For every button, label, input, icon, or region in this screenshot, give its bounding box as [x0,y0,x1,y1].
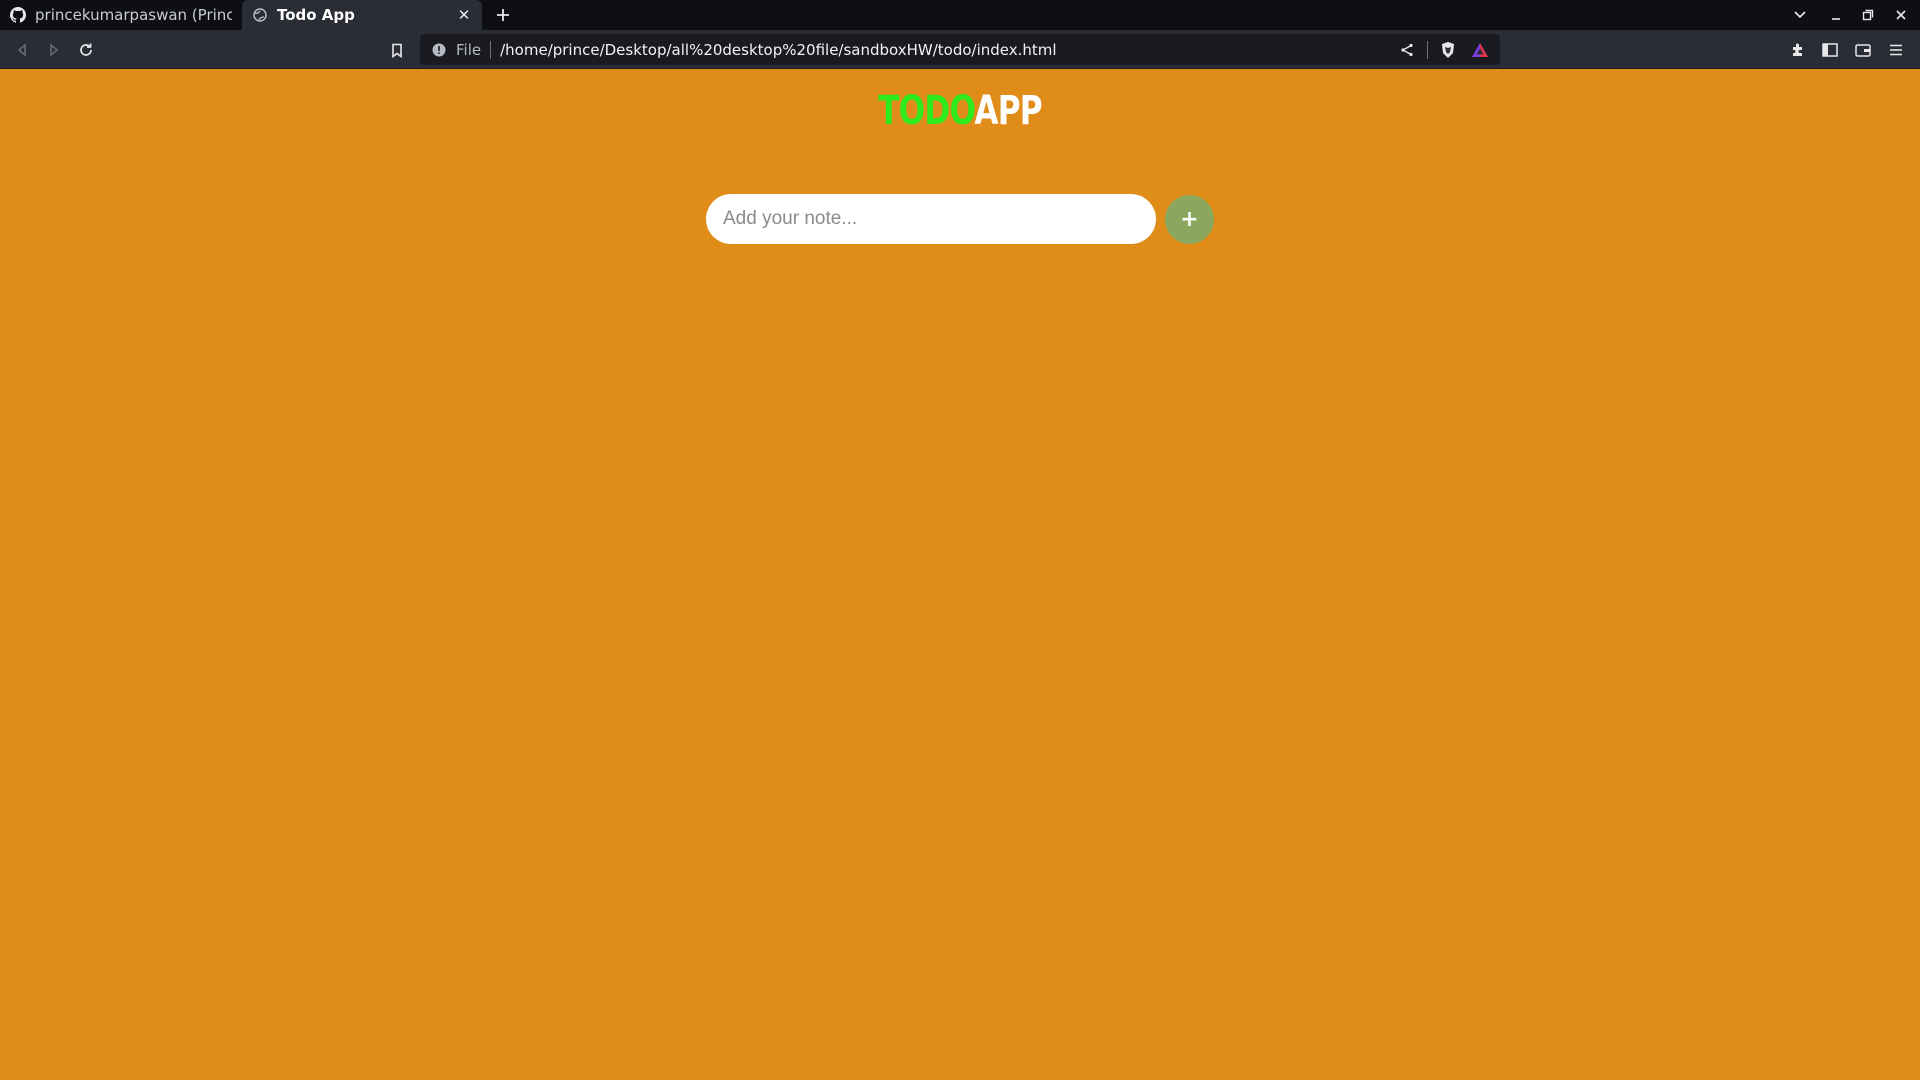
logo-todo-text: TODO [878,88,975,134]
back-icon[interactable] [8,36,36,64]
bookmark-icon[interactable] [383,36,411,64]
url-divider [490,40,492,59]
tab-github[interactable]: princekumarpaswan (Prince K [0,0,242,30]
minimize-icon[interactable] [1821,0,1851,30]
url-scheme-label: File [456,40,482,59]
note-input[interactable] [706,194,1156,244]
toolbar-divider [1427,40,1428,59]
page-content: TODOAPP + [0,70,1920,1080]
address-bar[interactable]: File /home/prince/Desktop/all%20desktop%… [420,34,1500,65]
menu-icon[interactable] [1882,36,1910,64]
brave-rewards-icon[interactable] [1468,38,1492,62]
brave-shield-icon[interactable] [1436,38,1460,62]
share-icon[interactable] [1395,38,1419,62]
extensions-icon[interactable] [1784,36,1812,64]
browser-toolbar: File /home/prince/Desktop/all%20desktop%… [0,30,1920,69]
add-note-button[interactable]: + [1165,195,1214,244]
tab-title: princekumarpaswan (Prince K [35,6,232,24]
url-text[interactable]: /home/prince/Desktop/all%20desktop%20fil… [500,41,1056,59]
close-tab-icon[interactable]: ✕ [456,6,472,24]
reload-icon[interactable] [72,36,100,64]
tab-strip: princekumarpaswan (Prince K Todo App ✕ [0,0,1920,30]
app-logo: TODOAPP [211,88,1709,134]
forward-icon[interactable] [40,36,68,64]
globe-icon [252,7,268,23]
tab-list-chevron-icon[interactable] [1785,0,1815,30]
logo-app-text: APP [974,88,1042,134]
close-window-icon[interactable] [1886,0,1916,30]
info-icon[interactable] [430,41,448,59]
wallet-icon[interactable] [1849,36,1877,64]
github-icon [10,7,26,23]
sidebar-icon[interactable] [1816,36,1844,64]
tab-todo-app[interactable]: Todo App ✕ [242,0,482,30]
new-tab-button[interactable] [488,0,518,30]
restore-icon[interactable] [1853,0,1883,30]
tab-title: Todo App [277,6,355,24]
